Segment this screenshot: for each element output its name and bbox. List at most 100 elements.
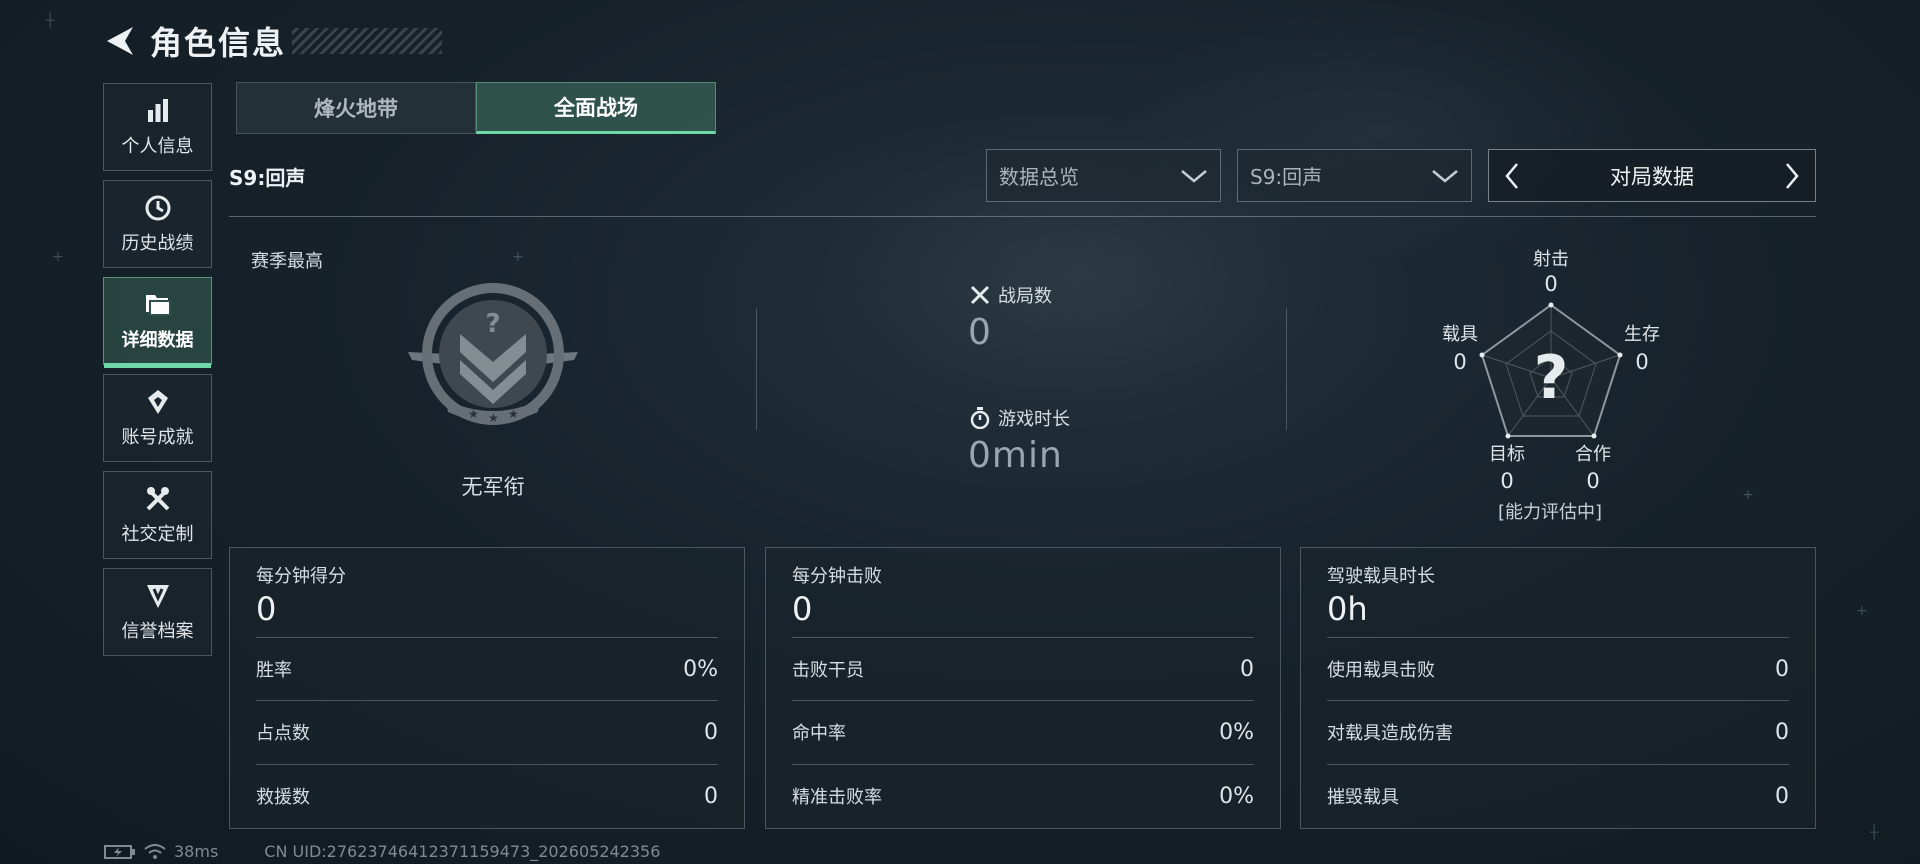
match-data-pager: 对局数据 (1488, 149, 1816, 202)
stat-value: 0 (1775, 656, 1789, 682)
svg-text:★: ★ (508, 407, 519, 421)
tab-full-battlefield[interactable]: 全面战场 (476, 82, 716, 134)
divider (256, 637, 718, 638)
stat-row: 占点数 0 (256, 717, 718, 747)
stat-value: 0 (1240, 656, 1254, 682)
stat-label: 摧毁载具 (1327, 787, 1399, 808)
page-title: 角色信息 (150, 24, 287, 62)
stat-row: 精准击败率 0% (792, 781, 1254, 811)
season-dropdown[interactable]: S9:回声 (1237, 149, 1472, 202)
divider (756, 308, 757, 430)
stat-label: 胜率 (256, 660, 292, 681)
radar-axis-label: 生存 (1624, 324, 1660, 345)
svg-text:★: ★ (468, 407, 479, 421)
stat-value: 0% (1219, 783, 1254, 809)
ability-radar: ? 射击 0 生存 0 合作 0 目标 0 载具 0 [能力评估中] (1400, 240, 1700, 530)
stat-label: 救援数 (256, 787, 310, 808)
tab-operation-zone[interactable]: 烽火地带 (236, 82, 476, 134)
crosshair-decoration: ┼ (1870, 825, 1879, 841)
stat-value: 0 (1775, 783, 1789, 809)
crosshair-decoration: + (52, 249, 64, 265)
chevron-left-icon (1505, 162, 1518, 189)
crosshair-decoration: + (1742, 487, 1754, 503)
stopwatch-icon (968, 406, 992, 430)
sidebar-item-label: 个人信息 (121, 136, 194, 157)
stat-row: 胜率 0% (256, 654, 718, 684)
radar-status: [能力评估中] (1497, 502, 1603, 523)
stat-label: 击败干员 (792, 660, 864, 681)
sidebar-item-history[interactable]: 历史战绩 (103, 180, 212, 268)
radar-axis-label: 载具 (1442, 324, 1478, 345)
chevron-right-icon (1786, 162, 1799, 189)
uid-text: CN UID:2762374641237115947​3_20260524235… (264, 842, 661, 861)
matches-stat: 战局数 0 (968, 282, 1052, 353)
stat-card-kills: 每分钟击败 0 击败干员 0 命中率 0% 精准击败率 0% (765, 547, 1281, 829)
stat-card-vehicle: 驾驶载具时长 0h 使用载具击败 0 对载具造成伤害 0 摧毁载具 0 (1300, 547, 1816, 829)
tools-icon (143, 484, 173, 514)
sidebar-item-achievements[interactable]: 账号成就 (103, 374, 212, 462)
crosshair-decoration: + (512, 249, 524, 265)
crosshair-decoration: ┼ (46, 13, 55, 29)
battery-icon (104, 844, 136, 860)
history-icon (143, 193, 173, 223)
divider (256, 764, 718, 765)
rank-emblem-icon: ? ★ ★ ★ (398, 282, 588, 432)
pager-next-button[interactable] (1777, 156, 1807, 196)
sidebar-item-label: 详细数据 (121, 330, 194, 351)
stat-value: 0 (1775, 719, 1789, 745)
stat-value: 0 (704, 783, 718, 809)
sidebar-item-detailed-data[interactable]: 详细数据 (103, 277, 212, 368)
achievement-icon (143, 387, 173, 417)
sidebar-item-social-custom[interactable]: 社交定制 (103, 471, 212, 559)
divider (1327, 637, 1789, 638)
status-bar: 38ms CN UID:2762374641237115947​3_202605… (104, 842, 660, 861)
shield-icon (143, 581, 173, 611)
stat-label: 占点数 (256, 723, 310, 744)
playtime-stat: 游戏时长 0min (968, 405, 1070, 476)
stat-row: 命中率 0% (792, 717, 1254, 747)
matches-label: 战局数 (998, 286, 1052, 307)
radar-axis-value: 0 (1544, 272, 1558, 296)
season-best-label: 赛季最高 (251, 251, 323, 272)
radar-axis-value: 0 (1453, 350, 1467, 374)
sidebar-item-label: 社交定制 (121, 524, 194, 545)
divider (1286, 308, 1287, 430)
stat-label: 命中率 (792, 723, 846, 744)
stat-value: 0% (1219, 719, 1254, 745)
folder-icon (143, 290, 173, 320)
page-header: 角色信息 (100, 14, 443, 68)
dropdown-value: 数据总览 (999, 165, 1079, 189)
radar-axis-value: 0 (1635, 350, 1649, 374)
stat-label: 精准击败率 (792, 787, 882, 808)
sidebar-item-personal-info[interactable]: 个人信息 (103, 83, 212, 171)
back-arrow-icon (107, 27, 133, 55)
stat-row: 使用载具击败 0 (1327, 654, 1789, 684)
sidebar-item-label: 账号成就 (121, 427, 194, 448)
chevron-down-icon (1432, 169, 1458, 183)
radar-axis-label: 射击 (1533, 249, 1569, 270)
overview-dropdown[interactable]: 数据总览 (986, 149, 1221, 202)
wifi-icon (144, 843, 166, 860)
divider (792, 637, 1254, 638)
dropdown-value: S9:回声 (1250, 165, 1323, 189)
matches-value: 0 (968, 312, 992, 353)
ping-value: 38ms (174, 842, 219, 861)
stat-label: 使用载具击败 (1327, 660, 1435, 681)
stat-row: 对载具造成伤害 0 (1327, 717, 1789, 747)
sidebar-item-credit-record[interactable]: 信誉档案 (103, 568, 212, 656)
stat-value: 0% (683, 656, 718, 682)
back-button[interactable] (100, 21, 140, 61)
bar-chart-icon (143, 96, 173, 126)
radar-axis-label: 合作 (1575, 444, 1611, 465)
svg-text:?: ? (485, 309, 500, 339)
card-main-value: 0 (256, 590, 277, 628)
radar-center-mark: ? (1534, 343, 1569, 413)
pager-prev-button[interactable] (1497, 156, 1527, 196)
radar-axis-value: 0 (1500, 469, 1514, 493)
pager-label: 对局数据 (1610, 164, 1694, 189)
divider (229, 216, 1816, 217)
background-decoration (1120, 0, 1640, 260)
stat-card-score: 每分钟得分 0 胜率 0% 占点数 0 救援数 0 (229, 547, 745, 829)
divider (256, 700, 718, 701)
card-main-value: 0h (1327, 590, 1368, 628)
